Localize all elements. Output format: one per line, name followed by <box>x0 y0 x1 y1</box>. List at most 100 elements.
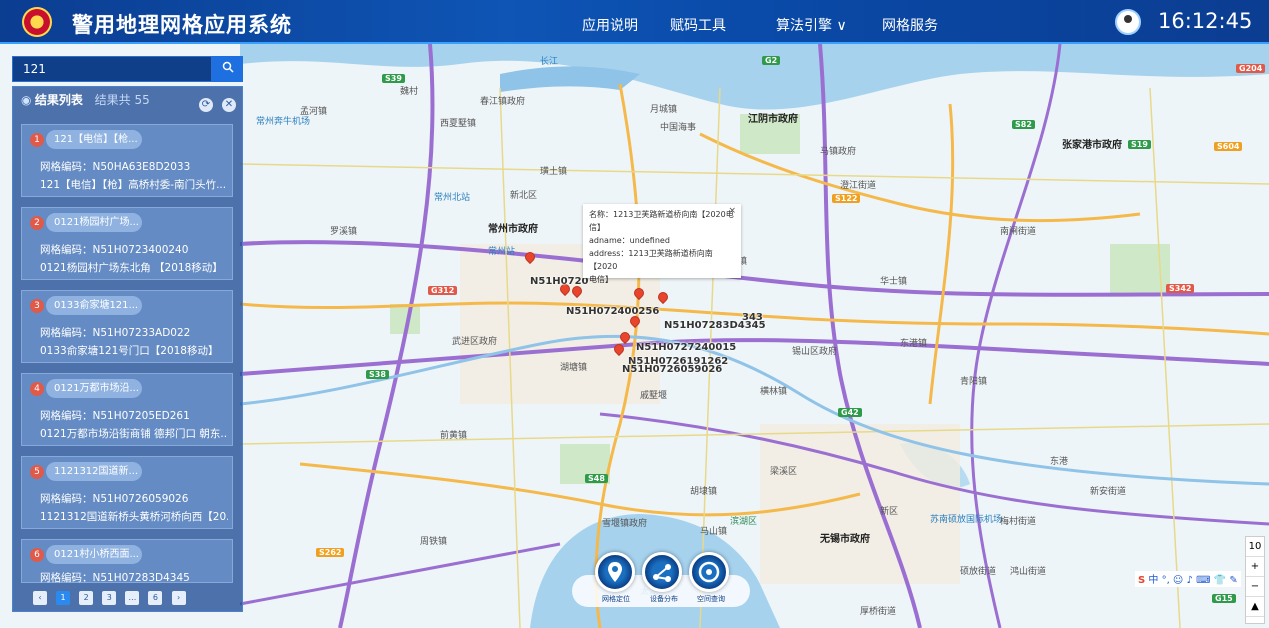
refresh-icon[interactable]: ⟳ <box>198 98 213 112</box>
place-label: 西夏墅镇 <box>440 119 477 129</box>
grid-locate-button[interactable] <box>595 552 635 592</box>
search-button[interactable] <box>212 56 243 82</box>
place-label: 新北区 <box>510 191 538 201</box>
nav-app-guide[interactable]: 应用说明 <box>582 15 638 35</box>
place-label: 鸿山街道 <box>1010 567 1047 577</box>
pager-prev[interactable]: ‹ <box>33 591 47 605</box>
result-index: 2 <box>30 216 44 230</box>
share-icon <box>653 564 671 582</box>
pager-page[interactable]: 6 <box>148 591 163 605</box>
search-input[interactable]: 121 <box>12 56 212 82</box>
nav-coding-tool[interactable]: 赋码工具 <box>670 15 726 35</box>
road-shield: S604 <box>1214 142 1243 151</box>
road-shield: G15 <box>1212 594 1236 603</box>
place-label: 常州站 <box>488 247 516 257</box>
popup-line: 信】 <box>589 223 605 232</box>
place-label: 澄江街道 <box>840 181 877 191</box>
place-label: 胡埭镇 <box>690 487 718 497</box>
pager-ellipsis: … <box>125 591 140 605</box>
zoom-control: 10 + − ▲ <box>1245 536 1265 624</box>
result-name: 121【电信】【枪... <box>46 130 142 149</box>
road-shield: S19 <box>1128 140 1151 149</box>
spatial-query-button[interactable] <box>689 552 729 592</box>
road-shield: S39 <box>382 74 405 83</box>
pager-next[interactable]: › <box>171 591 186 605</box>
place-label: 张家港市政府 <box>1062 140 1122 151</box>
popup-close-button[interactable]: × <box>728 205 736 218</box>
place-label: 苏南硕放国际机场 <box>930 515 1003 525</box>
marker-label: N51H0720 <box>530 276 589 287</box>
place-label: 南闸街道 <box>1000 227 1037 237</box>
road-shield: S342 <box>1166 284 1195 293</box>
panel-title: 结果列表 <box>34 93 83 107</box>
place-label: 戚墅堰 <box>640 391 668 401</box>
road-shield: S262 <box>316 548 345 557</box>
nav-grid-service[interactable]: 网格服务 <box>882 15 938 35</box>
target-icon <box>698 561 720 583</box>
result-address: 0121万都市场沿街商铺 德邦门口 朝东... <box>40 428 228 440</box>
tool-label: 空间查询 <box>697 595 725 603</box>
place-label: 江阴市政府 <box>748 114 798 125</box>
place-label: 璜土镇 <box>540 167 568 177</box>
result-code: 网格编码：N51H07233AD022 <box>40 327 191 339</box>
ime-toolbar[interactable]: S 中 °, ☺ ♪ ⌨ 👕 ✎ <box>1135 571 1241 587</box>
result-count: 结果共 55 <box>94 93 150 107</box>
result-item[interactable]: 1 121【电信】【枪... 网格编码：N50HA63E8D2033 121【电… <box>21 124 233 197</box>
tool-label: 网格定位 <box>602 595 630 603</box>
zoom-in-button[interactable]: + <box>1246 557 1264 577</box>
place-label: 湖塘镇 <box>560 363 588 373</box>
place-label: 新安街道 <box>1090 487 1127 497</box>
place-label: 雪堰镇政府 <box>602 519 648 529</box>
place-label: 马镇政府 <box>820 147 857 157</box>
tool-label: 设备分布 <box>650 595 678 603</box>
result-item[interactable]: 4 0121万都市场沿... 网格编码：N51H07205ED261 0121万… <box>21 373 233 446</box>
place-label: 春江镇政府 <box>480 97 526 107</box>
place-label: 无锡市政府 <box>820 534 870 545</box>
result-item[interactable]: 6 0121村小桥西面... 网格编码：N51H07283D4345 <box>21 539 233 584</box>
result-name: 1121312国道新... <box>46 462 142 481</box>
result-item[interactable]: 2 0121杨园村广场... 网格编码：N51H0723400240 0121杨… <box>21 207 233 280</box>
place-label: 常州市政府 <box>488 224 538 235</box>
place-label: 梅村街道 <box>1000 517 1037 527</box>
place-label: 中国海事 <box>660 123 697 133</box>
result-index: 5 <box>30 465 44 479</box>
result-code: 网格编码：N51H0723400240 <box>40 244 189 256</box>
result-panel: ◉ 结果列表 结果共 55 ⟳ ✕ 1 121【电信】【枪... 网格编码：N5… <box>12 86 243 612</box>
zoom-level: 10 <box>1246 537 1264 557</box>
result-name: 0121万都市场沿... <box>46 379 142 398</box>
marker-label: N51H072400256 <box>566 306 660 317</box>
result-index: 4 <box>30 382 44 396</box>
pager-page[interactable]: 2 <box>79 591 94 605</box>
road-shield: G2 <box>762 56 781 65</box>
place-label: 东港镇 <box>900 339 928 349</box>
place-label: 马山镇 <box>700 527 728 537</box>
pager-page[interactable]: 1 <box>56 591 71 605</box>
result-item[interactable]: 3 0133俞家塘121... 网格编码：N51H07233AD022 0133… <box>21 290 233 363</box>
pagination: ‹ 1 2 3 … 6 › <box>33 585 190 605</box>
road-shield: S38 <box>366 370 389 379</box>
nav-algorithm-engine[interactable]: 算法引擎 ∨ <box>776 15 847 35</box>
police-badge-icon <box>22 7 52 37</box>
marker-label: 343 <box>742 312 763 323</box>
place-label: 锡山区政府 <box>792 347 838 357</box>
compass-icon[interactable]: ▲ <box>1246 597 1264 617</box>
place-label: 武进区政府 <box>452 337 498 347</box>
road-shield: G312 <box>428 286 458 295</box>
place-label: 硕放街道 <box>960 567 997 577</box>
result-code: 网格编码：N51H07205ED261 <box>40 410 190 422</box>
device-distribution-button[interactable] <box>642 552 682 592</box>
result-item[interactable]: 5 1121312国道新... 网格编码：N51H0726059026 1121… <box>21 456 233 529</box>
result-address: 1121312国道新桥头黄桥河桥向西【20... <box>40 511 228 523</box>
result-name: 0121杨园村广场... <box>46 213 142 232</box>
sogou-icon: S <box>1138 575 1146 586</box>
pager-page[interactable]: 3 <box>102 591 117 605</box>
place-label: 月城镇 <box>650 105 678 115</box>
place-label: 前黄镇 <box>440 431 468 441</box>
result-name: 0133俞家塘121... <box>46 296 142 315</box>
ime-status: 中 °, ☺ ♪ ⌨ 👕 ✎ <box>1148 575 1238 586</box>
close-icon[interactable]: ✕ <box>222 98 236 112</box>
user-avatar[interactable] <box>1115 9 1141 35</box>
zoom-out-button[interactable]: − <box>1246 577 1264 597</box>
marker-label: N51H0726059026 <box>622 364 723 375</box>
search-icon <box>222 61 234 73</box>
